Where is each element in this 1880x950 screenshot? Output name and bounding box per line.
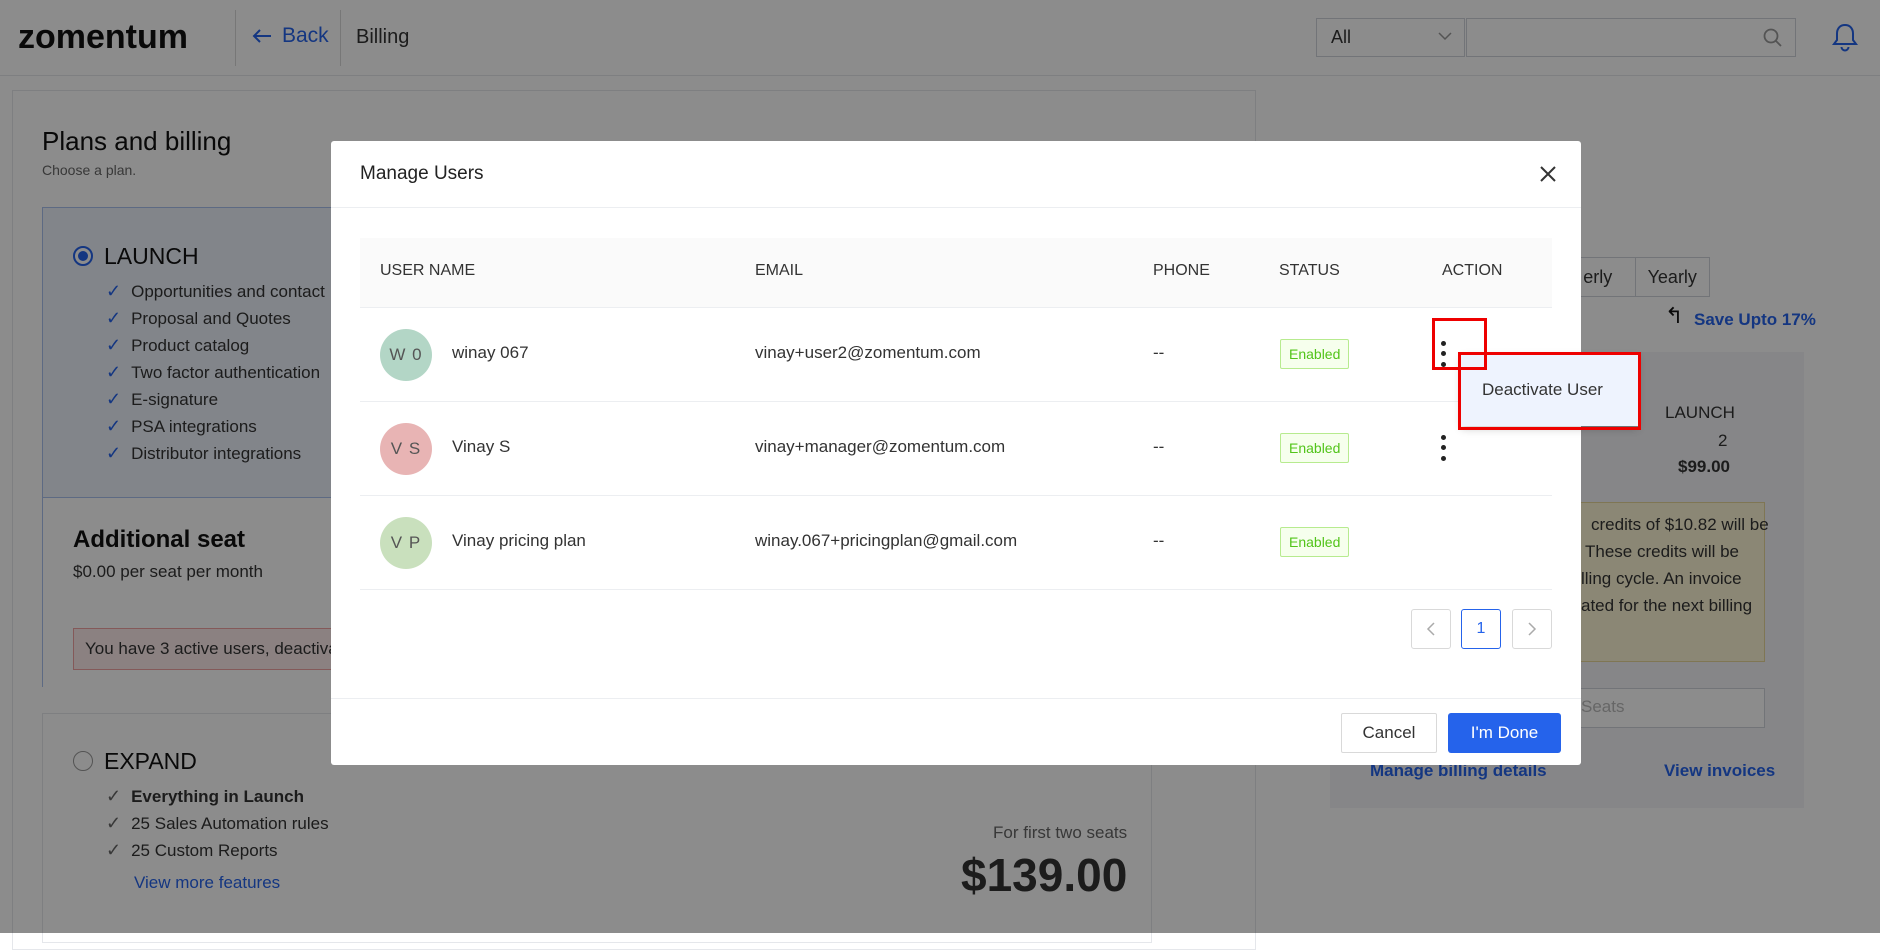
cancel-button[interactable]: Cancel xyxy=(1341,713,1437,753)
avatar: W 0 xyxy=(380,329,432,381)
chevron-left-icon xyxy=(1426,622,1435,636)
user-phone: -- xyxy=(1153,437,1165,456)
user-email: vinay+manager@zomentum.com xyxy=(755,437,1006,456)
table-row: W 0 winay 067 vinay+user2@zomentum.com -… xyxy=(360,308,1552,402)
manage-users-modal: Manage Users USER NAME EMAIL PHONE STATU… xyxy=(331,141,1581,765)
status-badge: Enabled xyxy=(1280,433,1350,463)
user-phone: -- xyxy=(1153,343,1165,362)
divider xyxy=(331,207,1581,208)
highlight-box xyxy=(1458,352,1641,430)
done-button[interactable]: I'm Done xyxy=(1448,713,1561,753)
pagination-prev[interactable] xyxy=(1411,609,1451,649)
pagination-next[interactable] xyxy=(1512,609,1552,649)
table-header: USER NAME EMAIL PHONE STATUS ACTION xyxy=(360,238,1552,308)
column-header-email: EMAIL xyxy=(755,262,804,279)
user-email: winay.067+pricingplan@gmail.com xyxy=(755,531,1018,550)
chevron-right-icon xyxy=(1528,622,1537,636)
avatar: V P xyxy=(380,517,432,569)
pagination-page[interactable]: 1 xyxy=(1461,609,1501,649)
status-badge: Enabled xyxy=(1280,339,1350,369)
column-header-action: ACTION xyxy=(1442,262,1503,279)
user-name: winay 067 xyxy=(452,343,529,362)
table-row: V S Vinay S vinay+manager@zomentum.com -… xyxy=(360,402,1552,496)
user-phone: -- xyxy=(1153,531,1165,550)
more-actions-icon[interactable] xyxy=(1437,432,1449,464)
user-email: vinay+user2@zomentum.com xyxy=(755,343,981,362)
table-row: V P Vinay pricing plan winay.067+pricing… xyxy=(360,496,1552,590)
close-icon[interactable] xyxy=(1537,163,1559,185)
user-name: Vinay S xyxy=(452,437,511,456)
avatar: V S xyxy=(380,423,432,475)
column-header-status: STATUS xyxy=(1279,262,1340,279)
status-badge: Enabled xyxy=(1280,527,1350,557)
column-header-username: USER NAME xyxy=(380,262,476,279)
user-name: Vinay pricing plan xyxy=(452,531,586,550)
column-header-phone: PHONE xyxy=(1153,262,1210,279)
divider xyxy=(331,698,1581,699)
modal-title: Manage Users xyxy=(360,163,484,184)
